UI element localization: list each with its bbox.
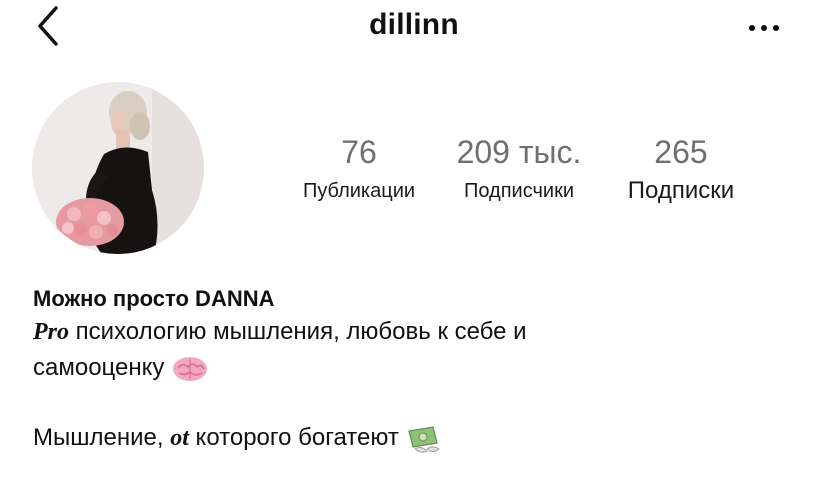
stat-followers-count: 209 тыс. xyxy=(456,134,582,170)
more-horizontal-icon[interactable] xyxy=(744,18,784,38)
stat-followers[interactable]: 209 тыс. Подписчики xyxy=(446,134,592,204)
bio-line-1: Pro психологию мышления, любовь к себе и xyxy=(33,314,793,350)
stat-following[interactable]: 265 Подписки xyxy=(608,134,754,204)
bio-line-1-text: психологию мышления, любовь к себе и xyxy=(69,318,527,345)
profile-username: dillinn xyxy=(369,8,459,41)
stat-following-count: 265 xyxy=(654,134,708,170)
bio-line-3: Мышление, ot которого богатеют xyxy=(33,420,793,456)
bio-line-2: самооценку xyxy=(33,350,793,386)
bio-display-name: Можно просто DANNA xyxy=(33,286,275,311)
bio-ot-word: ot xyxy=(170,425,189,451)
avatar-photo xyxy=(32,82,204,254)
stat-posts[interactable]: 76 Публикации xyxy=(286,134,432,204)
bio-line-3-prefix: Мышление, xyxy=(33,424,171,451)
profile-avatar[interactable] xyxy=(32,82,204,254)
stat-following-label: Подписки xyxy=(627,177,735,204)
stat-posts-count: 76 xyxy=(341,134,377,170)
stat-posts-label: Публикации xyxy=(302,180,416,202)
bio-line-2-text: самооценку xyxy=(33,354,172,381)
stat-followers-label: Подписчики xyxy=(463,180,575,202)
bio-spacer xyxy=(33,386,793,420)
money-with-wings-emoji xyxy=(408,425,441,453)
profile-bio: Можно просто DANNA Pro психологию мышлен… xyxy=(33,284,793,456)
top-navigation-bar: dillinn xyxy=(0,0,828,56)
bio-pro-word: Pro xyxy=(33,319,69,345)
bio-line-3-suffix: которого богатеют xyxy=(188,424,406,451)
brain-emoji xyxy=(173,356,208,381)
